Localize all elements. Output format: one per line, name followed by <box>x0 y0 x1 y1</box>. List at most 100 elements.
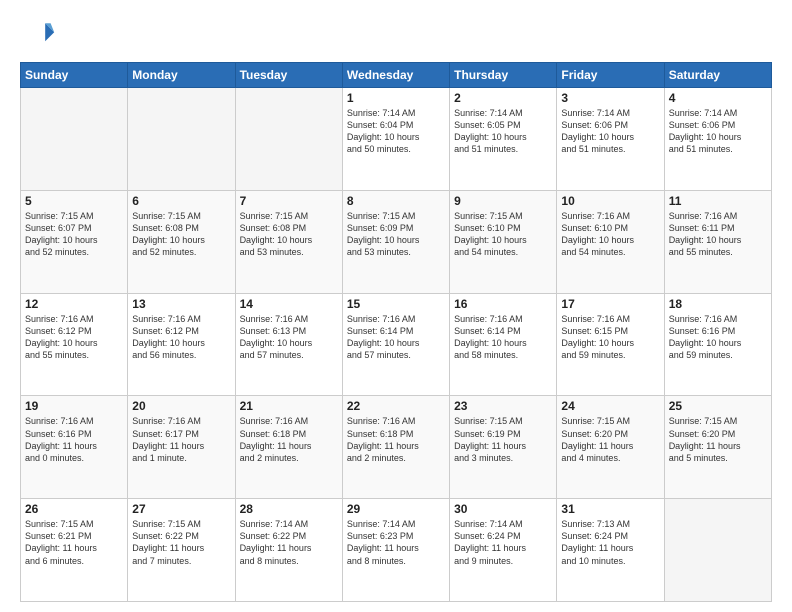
calendar-cell: 25 Sunrise: 7:15 AM Sunset: 6:20 PM Dayli… <box>664 396 771 499</box>
calendar-cell: 7 Sunrise: 7:15 AM Sunset: 6:08 PM Daylig… <box>235 190 342 293</box>
day-info: Sunrise: 7:15 AM Sunset: 6:07 PM Dayligh… <box>25 210 123 259</box>
day-number: 23 <box>454 399 552 413</box>
day-number: 29 <box>347 502 445 516</box>
day-info: Sunrise: 7:16 AM Sunset: 6:12 PM Dayligh… <box>25 313 123 362</box>
day-info: Sunrise: 7:14 AM Sunset: 6:24 PM Dayligh… <box>454 518 552 567</box>
weekday-header: Saturday <box>664 63 771 88</box>
day-number: 17 <box>561 297 659 311</box>
day-info: Sunrise: 7:15 AM Sunset: 6:08 PM Dayligh… <box>132 210 230 259</box>
logo <box>20 16 62 52</box>
weekday-header: Tuesday <box>235 63 342 88</box>
day-info: Sunrise: 7:16 AM Sunset: 6:18 PM Dayligh… <box>240 415 338 464</box>
day-number: 30 <box>454 502 552 516</box>
day-number: 16 <box>454 297 552 311</box>
calendar-cell: 20Sunrise: 7:16 AM Sunset: 6:17 PM Dayli… <box>128 396 235 499</box>
calendar-cell <box>21 88 128 191</box>
day-info: Sunrise: 7:14 AM Sunset: 6:23 PM Dayligh… <box>347 518 445 567</box>
day-number: 26 <box>25 502 123 516</box>
day-info: Sunrise: 7:15 AM Sunset: 6:21 PM Dayligh… <box>25 518 123 567</box>
day-number: 15 <box>347 297 445 311</box>
calendar-cell: 29 Sunrise: 7:14 AM Sunset: 6:23 PM Dayli… <box>342 499 449 602</box>
day-info: Sunrise: 7:14 AM Sunset: 6:06 PM Dayligh… <box>561 107 659 156</box>
day-info: Sunrise: 7:16 AM Sunset: 6:17 PM Dayligh… <box>132 415 230 464</box>
calendar-cell: 4 Sunrise: 7:14 AM Sunset: 6:06 PM Daylig… <box>664 88 771 191</box>
calendar-cell: 19 Sunrise: 7:16 AM Sunset: 6:16 PM Dayli… <box>21 396 128 499</box>
day-number: 3 <box>561 91 659 105</box>
calendar-cell: 24 Sunrise: 7:15 AM Sunset: 6:20 PM Dayli… <box>557 396 664 499</box>
day-number: 10 <box>561 194 659 208</box>
calendar-cell: 21 Sunrise: 7:16 AM Sunset: 6:18 PM Dayli… <box>235 396 342 499</box>
calendar-week-row: 19 Sunrise: 7:16 AM Sunset: 6:16 PM Dayli… <box>21 396 772 499</box>
calendar-header-row: SundayMondayTuesdayWednesdayThursdayFrid… <box>21 63 772 88</box>
logo-icon <box>20 16 56 52</box>
day-number: 21 <box>240 399 338 413</box>
calendar-cell: 31 Sunrise: 7:13 AM Sunset: 6:24 PM Dayli… <box>557 499 664 602</box>
day-info: Sunrise: 7:15 AM Sunset: 6:10 PM Dayligh… <box>454 210 552 259</box>
day-number: 11 <box>669 194 767 208</box>
day-info: Sunrise: 7:15 AM Sunset: 6:19 PM Dayligh… <box>454 415 552 464</box>
calendar-cell: 22Sunrise: 7:16 AM Sunset: 6:18 PM Dayli… <box>342 396 449 499</box>
day-info: Sunrise: 7:16 AM Sunset: 6:15 PM Dayligh… <box>561 313 659 362</box>
calendar-cell: 6 Sunrise: 7:15 AM Sunset: 6:08 PM Daylig… <box>128 190 235 293</box>
day-info: Sunrise: 7:14 AM Sunset: 6:06 PM Dayligh… <box>669 107 767 156</box>
calendar-week-row: 26 Sunrise: 7:15 AM Sunset: 6:21 PM Dayli… <box>21 499 772 602</box>
day-number: 4 <box>669 91 767 105</box>
day-info: Sunrise: 7:15 AM Sunset: 6:20 PM Dayligh… <box>561 415 659 464</box>
weekday-header: Friday <box>557 63 664 88</box>
day-info: Sunrise: 7:16 AM Sunset: 6:12 PM Dayligh… <box>132 313 230 362</box>
day-number: 31 <box>561 502 659 516</box>
weekday-header: Monday <box>128 63 235 88</box>
day-info: Sunrise: 7:13 AM Sunset: 6:24 PM Dayligh… <box>561 518 659 567</box>
day-number: 18 <box>669 297 767 311</box>
day-info: Sunrise: 7:16 AM Sunset: 6:14 PM Dayligh… <box>454 313 552 362</box>
day-number: 2 <box>454 91 552 105</box>
calendar-cell: 10Sunrise: 7:16 AM Sunset: 6:10 PM Dayli… <box>557 190 664 293</box>
calendar-cell: 26 Sunrise: 7:15 AM Sunset: 6:21 PM Dayli… <box>21 499 128 602</box>
calendar-cell: 23 Sunrise: 7:15 AM Sunset: 6:19 PM Dayli… <box>450 396 557 499</box>
calendar-table: SundayMondayTuesdayWednesdayThursdayFrid… <box>20 62 772 602</box>
day-number: 25 <box>669 399 767 413</box>
calendar-cell: 14 Sunrise: 7:16 AM Sunset: 6:13 PM Dayli… <box>235 293 342 396</box>
calendar-cell: 28Sunrise: 7:14 AM Sunset: 6:22 PM Dayli… <box>235 499 342 602</box>
day-info: Sunrise: 7:14 AM Sunset: 6:22 PM Dayligh… <box>240 518 338 567</box>
calendar-cell: 12 Sunrise: 7:16 AM Sunset: 6:12 PM Dayli… <box>21 293 128 396</box>
day-info: Sunrise: 7:14 AM Sunset: 6:04 PM Dayligh… <box>347 107 445 156</box>
day-number: 7 <box>240 194 338 208</box>
day-info: Sunrise: 7:16 AM Sunset: 6:13 PM Dayligh… <box>240 313 338 362</box>
calendar-cell: 17 Sunrise: 7:16 AM Sunset: 6:15 PM Dayli… <box>557 293 664 396</box>
calendar-cell <box>664 499 771 602</box>
calendar-cell: 1 Sunrise: 7:14 AM Sunset: 6:04 PM Daylig… <box>342 88 449 191</box>
day-number: 13 <box>132 297 230 311</box>
day-info: Sunrise: 7:15 AM Sunset: 6:20 PM Dayligh… <box>669 415 767 464</box>
calendar-cell: 8 Sunrise: 7:15 AM Sunset: 6:09 PM Daylig… <box>342 190 449 293</box>
day-number: 8 <box>347 194 445 208</box>
day-number: 12 <box>25 297 123 311</box>
day-info: Sunrise: 7:15 AM Sunset: 6:22 PM Dayligh… <box>132 518 230 567</box>
calendar-cell <box>235 88 342 191</box>
calendar-week-row: 5Sunrise: 7:15 AM Sunset: 6:07 PM Daylig… <box>21 190 772 293</box>
calendar-cell: 3 Sunrise: 7:14 AM Sunset: 6:06 PM Daylig… <box>557 88 664 191</box>
calendar-cell: 30 Sunrise: 7:14 AM Sunset: 6:24 PM Dayli… <box>450 499 557 602</box>
calendar-cell: 13 Sunrise: 7:16 AM Sunset: 6:12 PM Dayli… <box>128 293 235 396</box>
day-number: 1 <box>347 91 445 105</box>
weekday-header: Wednesday <box>342 63 449 88</box>
calendar-week-row: 1 Sunrise: 7:14 AM Sunset: 6:04 PM Daylig… <box>21 88 772 191</box>
calendar-cell: 2Sunrise: 7:14 AM Sunset: 6:05 PM Daylig… <box>450 88 557 191</box>
day-number: 6 <box>132 194 230 208</box>
day-number: 27 <box>132 502 230 516</box>
day-info: Sunrise: 7:15 AM Sunset: 6:08 PM Dayligh… <box>240 210 338 259</box>
calendar-cell: 18Sunrise: 7:16 AM Sunset: 6:16 PM Dayli… <box>664 293 771 396</box>
day-info: Sunrise: 7:15 AM Sunset: 6:09 PM Dayligh… <box>347 210 445 259</box>
day-info: Sunrise: 7:16 AM Sunset: 6:18 PM Dayligh… <box>347 415 445 464</box>
day-number: 19 <box>25 399 123 413</box>
calendar-cell: 11Sunrise: 7:16 AM Sunset: 6:11 PM Dayli… <box>664 190 771 293</box>
day-number: 24 <box>561 399 659 413</box>
calendar-cell: 5Sunrise: 7:15 AM Sunset: 6:07 PM Daylig… <box>21 190 128 293</box>
calendar-week-row: 12 Sunrise: 7:16 AM Sunset: 6:12 PM Dayli… <box>21 293 772 396</box>
calendar-cell <box>128 88 235 191</box>
day-info: Sunrise: 7:16 AM Sunset: 6:16 PM Dayligh… <box>25 415 123 464</box>
day-number: 14 <box>240 297 338 311</box>
calendar-cell: 9Sunrise: 7:15 AM Sunset: 6:10 PM Daylig… <box>450 190 557 293</box>
calendar-cell: 15Sunrise: 7:16 AM Sunset: 6:14 PM Dayli… <box>342 293 449 396</box>
calendar-cell: 27 Sunrise: 7:15 AM Sunset: 6:22 PM Dayli… <box>128 499 235 602</box>
